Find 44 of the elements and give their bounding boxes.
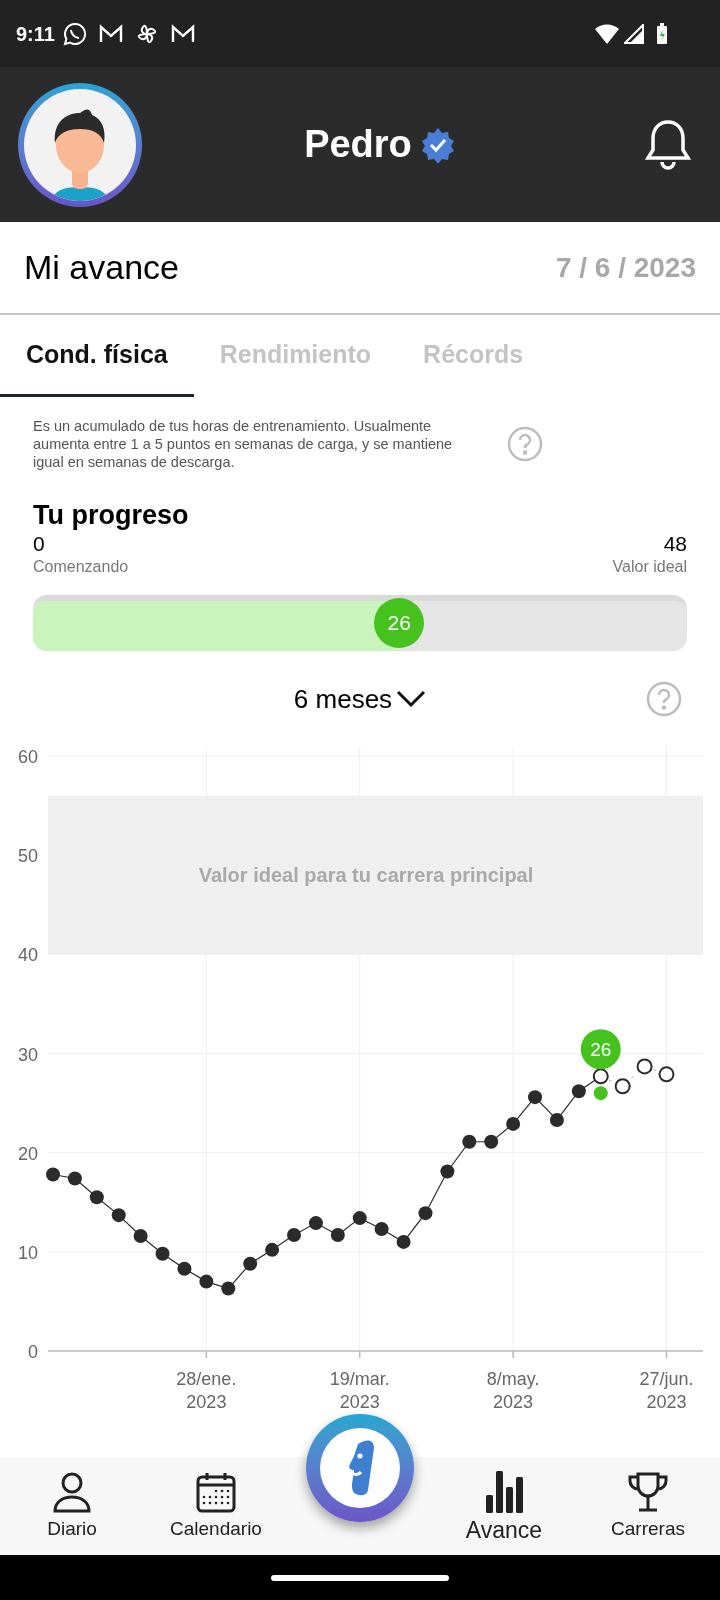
x-axis-label: 8/may. 2023 bbox=[486, 1369, 540, 1412]
tab[interactable]: Cond. física bbox=[0, 315, 194, 397]
min-label: Comenzando bbox=[33, 557, 129, 577]
band-label: Valor ideal para tu carrera principal bbox=[198, 864, 534, 886]
nav-item[interactable]: Carreras bbox=[576, 1471, 720, 1541]
status-time: 9:11 bbox=[16, 21, 55, 47]
app-logo-button[interactable] bbox=[306, 1414, 414, 1522]
min-value: 0 bbox=[33, 531, 45, 557]
signal-icon bbox=[624, 23, 644, 44]
description-text: Es un acumulado de tus horas de entrenamiento. Usualmente aumenta entre 1 a 5 puntos en semanas de carga, y se mantiene igual en semanas de descarga. bbox=[33, 417, 454, 471]
y-axis-label: 20 bbox=[17, 1143, 38, 1164]
mail-icon bbox=[170, 23, 195, 44]
progress-thumb: 26 bbox=[374, 598, 425, 648]
x-axis-label: 27/jun. 2023 bbox=[639, 1369, 694, 1412]
x-axis-label: 28/ene. 2023 bbox=[176, 1369, 237, 1412]
nav-item[interactable]: Diario bbox=[0, 1471, 144, 1541]
nav-item[interactable]: Calendario bbox=[144, 1471, 288, 1541]
bar-chart-icon bbox=[484, 1469, 524, 1513]
chevron-down-icon bbox=[396, 689, 427, 709]
user-name: Pedro bbox=[304, 122, 412, 167]
person-icon bbox=[52, 1471, 92, 1513]
mail-icon bbox=[98, 23, 123, 44]
chat-icon bbox=[62, 21, 87, 46]
period-dropdown[interactable]: 6 meses bbox=[293, 679, 427, 719]
y-axis-label: 0 bbox=[28, 1342, 38, 1362]
y-axis-label: 30 bbox=[17, 1044, 38, 1065]
page-title: Mi avance bbox=[24, 247, 179, 288]
y-axis-label: 40 bbox=[17, 945, 38, 966]
max-value: 48 bbox=[663, 531, 687, 557]
wifi-icon bbox=[594, 23, 620, 44]
value-label: 26 bbox=[590, 1039, 612, 1061]
x-axis-label: 19/mar. 2023 bbox=[329, 1369, 390, 1412]
calendar-icon bbox=[195, 1471, 237, 1513]
battery-icon bbox=[656, 22, 668, 45]
home-indicator[interactable] bbox=[271, 1574, 449, 1581]
nav-item[interactable]: Avance bbox=[432, 1469, 576, 1543]
progress-title: Tu progreso bbox=[33, 499, 190, 531]
trophy-icon bbox=[627, 1471, 669, 1513]
max-label: Valor ideal bbox=[612, 557, 687, 577]
y-axis-label: 10 bbox=[17, 1242, 38, 1263]
y-axis-label: 50 bbox=[17, 846, 38, 867]
date-label: 7 / 6 / 2023 bbox=[555, 250, 696, 285]
y-axis-label: 60 bbox=[17, 747, 38, 767]
value-badge bbox=[580, 1029, 621, 1070]
